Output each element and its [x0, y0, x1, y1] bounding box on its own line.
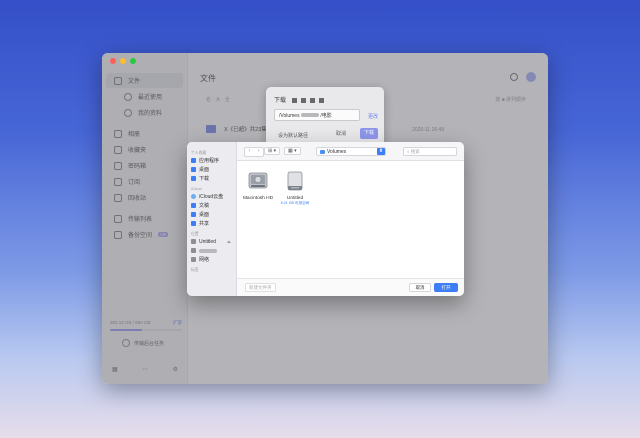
search-input[interactable]: ⌕ 搜索: [403, 147, 457, 156]
computer-icon: [191, 248, 196, 253]
back-button[interactable]: ‹: [245, 148, 254, 156]
download-path-field[interactable]: /Volumes /电影: [274, 109, 360, 121]
applications-icon: [191, 158, 196, 163]
download-cancel-button[interactable]: 取消: [336, 130, 346, 137]
desktop-icon: [191, 212, 196, 217]
download-dialog-title: 下载: [274, 95, 324, 104]
redacted-computer-name: [199, 248, 217, 253]
download-confirm-button[interactable]: 下载: [360, 128, 378, 139]
change-path-button[interactable]: 更改: [368, 113, 378, 120]
set-default-path-checkbox[interactable]: 设为默认路径: [278, 132, 308, 139]
redacted-path: [300, 113, 319, 117]
picker-toolbar: ‹ › ⊞ ▾ ▦ ▾ Volumes ⬍ ⌕ 搜索: [237, 142, 464, 161]
picker-footer: 新建文件夹 取消 打开: [237, 278, 464, 296]
group-view-button[interactable]: ▦ ▾: [284, 147, 301, 155]
eject-icon[interactable]: ⏏: [227, 239, 231, 244]
external-drive-icon: [191, 239, 196, 244]
volume-free-space: 6.21 GB 可用空间: [280, 201, 310, 205]
sidebar-item-network[interactable]: 网络: [187, 255, 236, 264]
picker-content: Macintosh HD Untitled 6.21 GB 可用空间: [237, 161, 464, 278]
zoom-window-button[interactable]: [130, 58, 136, 64]
volume-untitled[interactable]: Untitled 6.21 GB 可用空间: [278, 170, 312, 206]
sidebar-item-label: 应用程序: [199, 158, 220, 164]
window-controls: [110, 58, 136, 64]
folder-icon: [320, 149, 325, 154]
sidebar-item-label: 桌面: [199, 212, 210, 218]
icloud-icon: [191, 194, 196, 199]
icon-view-button[interactable]: ⊞ ▾: [264, 147, 281, 155]
sidebar-item-label: 下载: [199, 176, 210, 182]
volume-label: Macintosh HD: [242, 196, 274, 201]
document-icon: [191, 203, 196, 208]
redacted-title: [291, 97, 324, 103]
chevron-updown-icon: ⬍: [377, 148, 385, 155]
volume-macintosh-hd[interactable]: Macintosh HD: [241, 170, 275, 201]
sidebar-item-desktop[interactable]: 桌面: [187, 210, 236, 219]
internal-disk-icon: [248, 172, 268, 189]
new-folder-button[interactable]: 新建文件夹: [245, 283, 276, 292]
open-button[interactable]: 打开: [434, 283, 458, 292]
minimize-window-button[interactable]: [120, 58, 126, 64]
sidebar-item-label: 共享: [199, 221, 210, 227]
sidebar-item-label: 文稿: [199, 203, 210, 209]
location-label: Volumes: [327, 148, 347, 155]
sidebar-item-label: 桌面: [199, 167, 210, 173]
external-drive-icon: [287, 171, 303, 191]
sidebar-item-shared-folder[interactable]: 共享: [187, 219, 236, 228]
sidebar-item-computer[interactable]: [187, 246, 236, 255]
download-dialog: 下载 /Volumes /电影 更改 设为默认路径 取消 下载: [266, 87, 384, 147]
file-picker-panel: 个人收藏 应用程序 桌面 下载 iCloud iCloud云盘 文稿 桌面 共享 位置 U…: [187, 142, 464, 296]
location-select[interactable]: Volumes ⬍: [316, 147, 386, 156]
cancel-button[interactable]: 取消: [409, 283, 431, 292]
sidebar-item-applications[interactable]: 应用程序: [187, 156, 236, 165]
sidebar-item-label: 网络: [199, 257, 210, 263]
shared-folder-icon: [191, 221, 196, 226]
close-window-button[interactable]: [110, 58, 116, 64]
forward-button[interactable]: ›: [254, 148, 263, 156]
desktop-icon: [191, 167, 196, 172]
section-tags: 标签: [191, 268, 199, 272]
sidebar-item-label: iCloud云盘: [199, 194, 224, 200]
picker-sidebar: 个人收藏 应用程序 桌面 下载 iCloud iCloud云盘 文稿 桌面 共享 位置 U…: [187, 142, 237, 296]
navigation-buttons: ‹ ›: [244, 147, 264, 157]
downloads-icon: [191, 176, 196, 181]
sidebar-item-downloads[interactable]: 下载: [187, 174, 236, 183]
sidebar-item-external-drive[interactable]: Untitled ⏏: [187, 237, 236, 246]
sidebar-item-desktop[interactable]: 桌面: [187, 165, 236, 174]
sidebar-item-icloud[interactable]: iCloud云盘: [187, 192, 236, 201]
sidebar-item-label: Untitled: [199, 238, 216, 245]
network-icon: [191, 257, 196, 262]
sidebar-item-document[interactable]: 文稿: [187, 201, 236, 210]
